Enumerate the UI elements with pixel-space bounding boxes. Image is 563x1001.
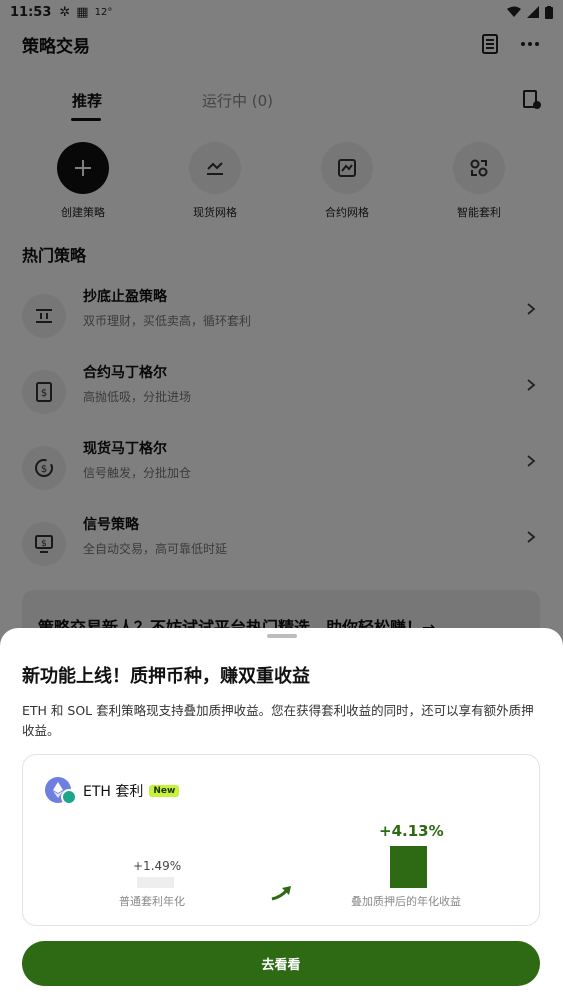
regular-apy-bar xyxy=(137,877,174,888)
sheet-description: ETH 和 SOL 套利策略现支持叠加质押收益。您在获得套利收益的同时，还可以享… xyxy=(22,703,534,738)
increase-arrow-icon xyxy=(271,886,291,901)
regular-apy-label: 普通套利年化 xyxy=(119,895,185,908)
new-badge: New xyxy=(149,785,180,797)
staking-apy-value: +4.13% xyxy=(379,822,444,840)
card-title: ETH 套利 xyxy=(83,784,144,800)
staking-badge-icon xyxy=(61,789,77,805)
card-header: ETH 套利 New xyxy=(45,777,180,805)
eth-coin-icon xyxy=(45,777,77,805)
regular-apy-value: +1.49% xyxy=(133,859,182,873)
staking-apy-bar xyxy=(390,846,427,888)
bottom-sheet: 新功能上线！质押币种，赚双重收益 ETH 和 SOL 套利策略现支持叠加质押收益… xyxy=(0,628,563,1001)
staking-apy-label: 叠加质押后的年化收益 xyxy=(351,895,461,908)
view-button[interactable]: 去看看 xyxy=(22,941,540,986)
yield-comparison-card: ETH 套利 New +1.49% 普通套利年化 +4.13% 叠加质押后的年化… xyxy=(22,754,540,926)
sheet-title: 新功能上线！质押币种，赚双重收益 xyxy=(22,666,310,687)
sheet-handle[interactable] xyxy=(267,634,297,638)
